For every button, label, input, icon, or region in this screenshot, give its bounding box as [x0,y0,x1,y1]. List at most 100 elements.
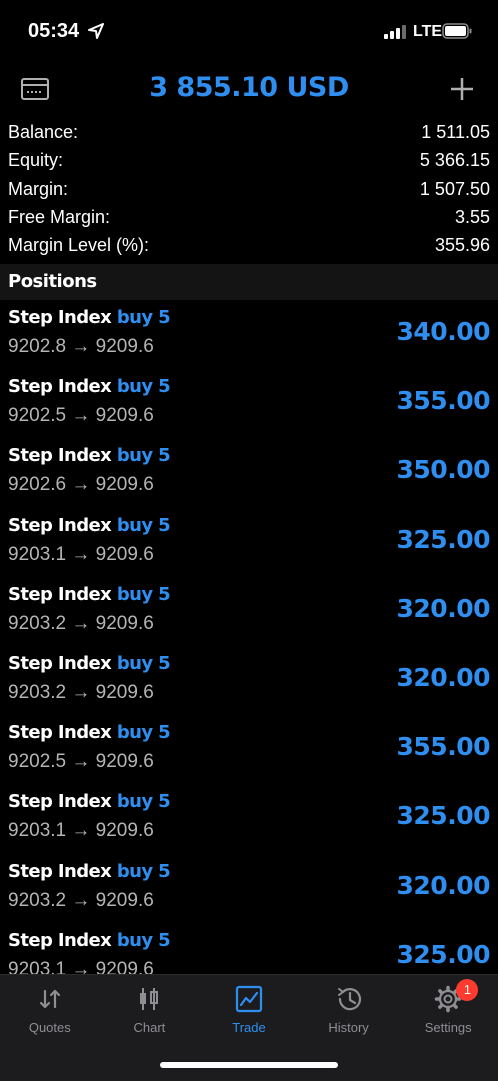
tab-label: Chart [133,1020,166,1035]
summary-row-equity: Equity: 5 366.15 [0,146,498,174]
position-prices: 9202.5 → 9209.6 [8,751,154,773]
summary-label: Margin: [8,178,69,199]
position-item[interactable]: Step Index buy 5 9203.2 → 9209.6 320.00 [0,577,498,646]
position-profit: 325.00 [396,524,491,554]
position-item[interactable]: Step Index buy 5 9202.5 → 9209.6 355.00 [0,715,498,784]
summary-value: 3.55 [454,206,490,227]
location-arrow-icon [88,23,104,39]
position-item[interactable]: Step Index buy 5 9202.5 → 9209.6 355.00 [0,369,498,438]
signal-bars-icon [384,25,408,39]
tab-chart[interactable]: Chart [100,975,200,1045]
trade-chart-icon [235,985,263,1013]
position-profit: 325.00 [396,801,491,831]
position-item[interactable]: Step Index buy 5 9202.8 → 9209.6 340.00 [0,300,498,369]
account-summary: Balance: 1 511.05 Equity: 5 366.15 Margi… [0,118,498,259]
position-prices: 9202.8 → 9209.6 [8,336,154,357]
position-symbol: Step Index [8,583,112,605]
account-balance-title: 3 855.10 USD [149,72,349,103]
position-symbol-line: Step Index buy 5 [8,307,171,328]
position-item[interactable]: Step Index buy 5 9202.6 → 9209.6 350.00 [0,438,498,507]
summary-value: 1 507.50 [419,178,490,199]
tab-quotes[interactable]: Quotes [0,975,100,1045]
summary-label: Balance: [8,122,79,142]
battery-icon [442,23,472,39]
summary-label: Free Margin: [8,206,111,227]
summary-row-margin-level: Margin Level (%): 355.96 [0,231,498,259]
summary-value: 1 511.05 [421,122,490,142]
position-side: buy 5 [116,583,171,605]
position-profit: 340.00 [396,317,491,346]
position-symbol: Step Index [8,652,112,674]
position-item[interactable]: Step Index buy 5 9203.2 → 9209.6 320.00 [0,854,498,923]
summary-label: Margin Level (%): [8,235,150,256]
position-prices: 9203.1 → 9209.6 [8,543,154,565]
position-profit: 325.00 [396,939,491,969]
position-prices: 9203.2 → 9209.6 [8,681,154,703]
position-symbol-line: Step Index buy 5 [8,652,171,674]
tab-history[interactable]: History [299,975,399,1045]
position-side: buy 5 [116,722,171,744]
position-symbol: Step Index [8,376,112,398]
position-prices: 9202.5 → 9209.6 [8,405,154,427]
position-symbol: Step Index [8,791,112,813]
positions-section-header: Positions [0,264,498,300]
position-profit: 320.00 [396,593,491,623]
position-item[interactable]: Step Index buy 5 9203.1 → 9209.6 325.00 [0,508,498,577]
tab-label: Quotes [28,1020,71,1035]
network-label: LTE [413,23,443,40]
tab-label: Trade [232,1020,266,1035]
status-bar: 05:34 LTE [0,0,498,64]
history-clock-icon [337,988,361,1011]
position-symbol-line: Step Index buy 5 [8,445,171,467]
position-item[interactable]: Step Index buy 5 9203.1 → 9209.6 325.00 [0,923,498,974]
position-side: buy 5 [116,860,171,882]
position-profit: 355.00 [396,732,491,762]
position-prices: 9203.2 → 9209.6 [8,889,154,911]
position-symbol-line: Step Index buy 5 [8,514,171,536]
position-item[interactable]: Step Index buy 5 9203.1 → 9209.6 325.00 [0,784,498,853]
position-symbol: Step Index [8,929,112,951]
plus-icon[interactable] [449,76,475,102]
position-profit: 355.00 [396,386,491,416]
summary-row-free-margin: Free Margin: 3.55 [0,203,498,231]
summary-row-balance: Balance: 1 511.05 [0,118,498,146]
tab-label: Settings [424,1020,472,1035]
position-symbol-line: Step Index buy 5 [8,929,171,951]
position-prices: 9203.1 → 9209.6 [8,820,154,842]
position-symbol: Step Index [8,722,112,744]
position-symbol-line: Step Index buy 5 [8,583,171,605]
position-side: buy 5 [116,652,171,674]
position-side: buy 5 [116,791,171,813]
positions-list: Step Index buy 5 9202.8 → 9209.6 340.00 … [0,300,498,974]
quotes-arrows-icon [39,989,60,1009]
position-symbol-line: Step Index buy 5 [8,860,171,882]
home-indicator [160,1062,338,1068]
summary-value: 355.96 [434,235,490,256]
position-side: buy 5 [116,445,171,467]
position-profit: 320.00 [396,870,491,900]
summary-label: Equity: [8,150,64,171]
position-side: buy 5 [116,376,171,398]
positions-title: Positions [8,271,97,292]
tab-label: History [328,1020,369,1035]
position-symbol-line: Step Index buy 5 [8,376,171,398]
position-side: buy 5 [116,307,171,328]
position-symbol: Step Index [8,514,112,536]
position-symbol-line: Step Index buy 5 [8,722,171,744]
tab-trade[interactable]: Trade [199,975,299,1045]
position-item[interactable]: Step Index buy 5 9203.2 → 9209.6 320.00 [0,646,498,715]
position-prices: 9203.2 → 9209.6 [8,612,154,634]
position-symbol: Step Index [8,860,112,882]
candlestick-chart-icon [140,988,159,1010]
position-profit: 320.00 [396,662,491,692]
position-symbol: Step Index [8,307,112,328]
header: 3 855.10 USD [0,64,498,116]
tab-settings[interactable]: 1 Settings [398,975,498,1045]
position-prices: 9203.1 → 9209.6 [8,958,154,974]
summary-row-margin: Margin: 1 507.50 [0,175,498,203]
position-side: buy 5 [116,929,171,951]
summary-value: 5 366.15 [419,150,490,171]
position-symbol-line: Step Index buy 5 [8,791,171,813]
position-symbol: Step Index [8,445,112,467]
notification-badge: 1 [456,979,479,1001]
